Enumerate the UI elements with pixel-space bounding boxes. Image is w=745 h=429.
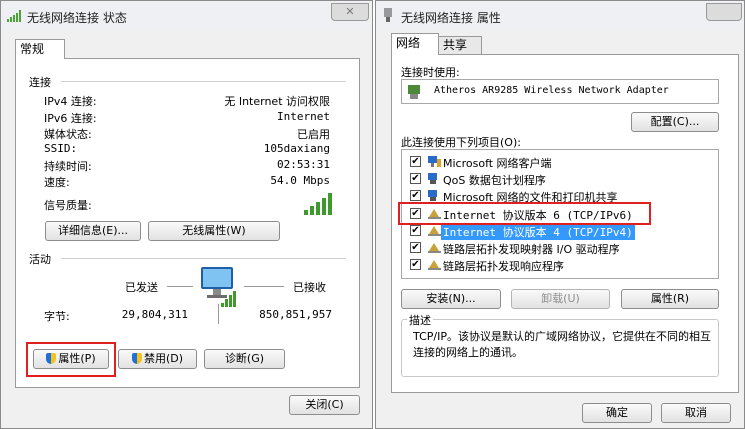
received-label: 已接收 <box>293 281 326 294</box>
properties-window-title: 无线网络连接 属性 <box>401 11 501 25</box>
item-label-selected: Internet 协议版本 4 (TCP/IPv4) <box>441 224 635 240</box>
bytes-sent-value: 29,804,311 <box>121 308 188 321</box>
list-item[interactable]: ✔ 链路层拓扑发现响应程序 <box>402 257 718 273</box>
status-window: 无线网络连接 状态 ✕ 常规 连接 IPv4 连接: 无 Internet 访问… <box>0 0 373 429</box>
activity-heading: 活动 <box>29 253 51 266</box>
media-state-label: 媒体状态: <box>44 128 92 141</box>
ipv6-label: IPv6 连接: <box>44 112 97 125</box>
network-computer-icon <box>199 265 239 310</box>
network-service-icon <box>428 173 437 184</box>
status-titlebar: 无线网络连接 状态 ✕ <box>1 1 372 31</box>
cancel-button[interactable]: 取消 <box>661 403 731 423</box>
ipv6-highlight-box <box>398 202 651 225</box>
diagnose-button[interactable]: 诊断(G) <box>204 349 285 369</box>
adapter-box: Atheros AR9285 Wireless Network Adapter <box>401 79 719 104</box>
adapter-name: Atheros AR9285 Wireless Network Adapter <box>434 85 669 96</box>
duration-value: 02:53:31 <box>277 158 330 171</box>
bytes-label: 字节: <box>44 310 70 323</box>
item-label: Microsoft 网络客户端 <box>443 157 552 170</box>
protocol-icon <box>428 260 441 270</box>
list-item[interactable]: ✔ QoS 数据包计划程序 <box>402 171 718 187</box>
list-item[interactable]: ✔ Internet 协议版本 4 (TCP/IPv4) <box>402 223 718 240</box>
list-item[interactable]: ✔ Microsoft 网络客户端 <box>402 154 718 170</box>
signal-quality-label: 信号质量: <box>44 199 92 212</box>
properties-close-button[interactable] <box>706 3 742 21</box>
configure-button[interactable]: 配置(C)... <box>631 112 719 132</box>
description-heading: 描述 <box>407 312 433 328</box>
connect-using-label: 连接时使用: <box>401 66 460 79</box>
details-button[interactable]: 详细信息(E)... <box>45 221 141 241</box>
media-state-value: 已启用 <box>297 128 330 141</box>
tab-network[interactable]: 网络 <box>391 33 439 55</box>
uac-shield-icon <box>131 353 142 364</box>
activity-divider <box>61 258 346 259</box>
network-client-icon <box>428 156 441 167</box>
uninstall-button[interactable]: 卸载(U) <box>511 289 610 309</box>
duration-label: 持续时间: <box>44 160 92 173</box>
close-icon: ✕ <box>345 5 355 18</box>
description-text: TCP/IP。该协议是默认的广域网络协议，它提供在不同的相互连接的网络上的通讯。 <box>413 330 711 359</box>
sent-label: 已发送 <box>125 281 158 294</box>
sent-line <box>167 286 193 287</box>
checkbox[interactable]: ✔ <box>410 156 421 167</box>
status-close-button[interactable]: ✕ <box>331 3 369 21</box>
connection-divider <box>61 81 346 82</box>
ssid-label: SSID: <box>44 142 78 155</box>
network-card-icon <box>408 85 420 102</box>
wireless-properties-button[interactable]: 无线属性(W) <box>148 221 280 241</box>
close-button[interactable]: 关闭(C) <box>289 395 360 415</box>
item-label: 链路层拓扑发现响应程序 <box>443 260 564 273</box>
tab-general[interactable]: 常规 <box>15 39 65 59</box>
ipv4-value: 无 Internet 访问权限 <box>224 95 330 108</box>
status-window-title: 无线网络连接 状态 <box>27 11 127 25</box>
checkbox[interactable]: ✔ <box>410 225 421 236</box>
properties-window: 无线网络连接 属性 网络 共享 连接时使用: Atheros AR9285 Wi… <box>375 0 745 429</box>
ssid-value: 105daxiang <box>263 142 330 155</box>
checkbox[interactable]: ✔ <box>410 259 421 270</box>
connection-heading: 连接 <box>29 76 51 89</box>
properties-highlight-box <box>26 342 116 377</box>
item-label: 链路层拓扑发现映射器 I/O 驱动程序 <box>443 243 620 256</box>
disable-button[interactable]: 禁用(D) <box>118 349 197 369</box>
received-line <box>244 286 284 287</box>
checkbox[interactable]: ✔ <box>410 190 421 201</box>
properties-titlebar: 无线网络连接 属性 <box>376 1 744 31</box>
ipv6-value: Internet <box>277 110 330 123</box>
network-service-icon <box>428 190 437 201</box>
wifi-signal-icon <box>7 10 21 22</box>
checkbox[interactable]: ✔ <box>410 242 421 253</box>
list-item[interactable]: ✔ 链路层拓扑发现映射器 I/O 驱动程序 <box>402 240 718 256</box>
item-properties-button[interactable]: 属性(R) <box>621 289 719 309</box>
protocol-icon <box>428 243 441 253</box>
speed-label: 速度: <box>44 176 70 189</box>
bytes-received-value: 850,851,957 <box>259 308 332 321</box>
ok-button[interactable]: 确定 <box>582 403 652 423</box>
checkbox[interactable]: ✔ <box>410 173 421 184</box>
install-button[interactable]: 安装(N)... <box>401 289 501 309</box>
item-label: QoS 数据包计划程序 <box>443 174 546 187</box>
speed-value: 54.0 Mbps <box>270 174 330 187</box>
bytes-separator <box>218 304 219 324</box>
network-adapter-icon <box>383 8 393 22</box>
signal-strength-icon <box>304 193 332 218</box>
tab-sharing[interactable]: 共享 <box>438 36 482 54</box>
ipv4-label: IPv4 连接: <box>44 95 97 108</box>
protocol-icon <box>428 226 441 236</box>
items-label: 此连接使用下列项目(O): <box>401 136 521 149</box>
